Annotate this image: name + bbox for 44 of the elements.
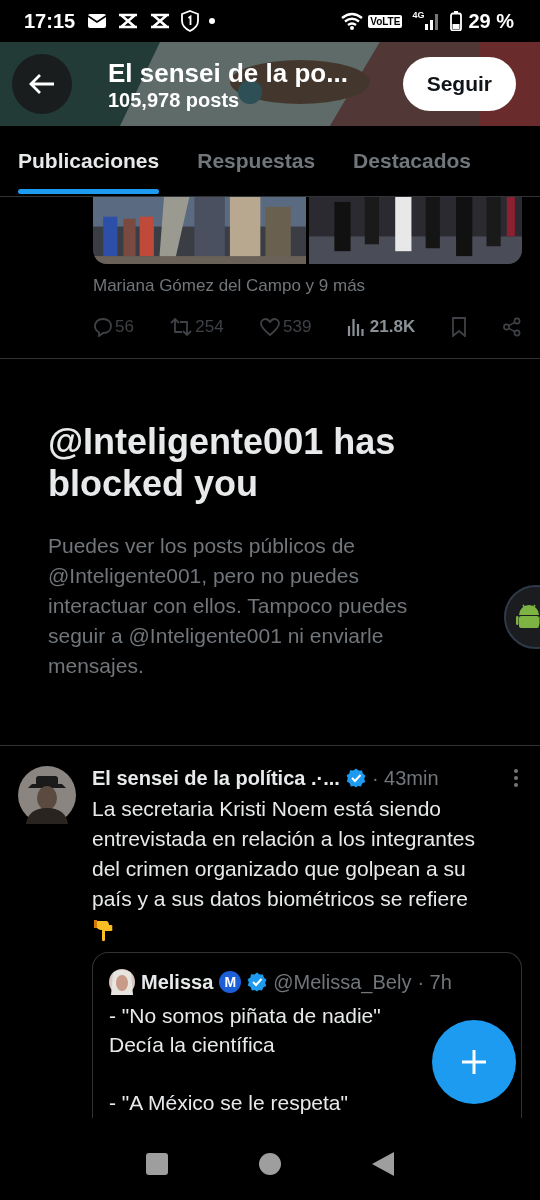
bowtie-icon bbox=[117, 13, 140, 29]
avatar bbox=[18, 766, 76, 824]
mail-icon bbox=[87, 13, 108, 29]
share-icon bbox=[502, 317, 522, 337]
post-time: · 43min bbox=[371, 766, 439, 790]
quoted-post-text: - "No somos piñata de nadie" Decía la científica - "A México se le respeta" bbox=[109, 1003, 382, 1116]
attribution-text: Mariana Gómez del Campo y 9 más bbox=[93, 276, 367, 296]
affiliate-badge: M bbox=[219, 971, 242, 993]
post-text: La secretaria Kristi Noem está siendo entrevistada en relación a los integrantes del crimen organizado que golpean a su país y a sus datos biométricos se refiere bbox=[92, 796, 476, 912]
status-time: 17:15 bbox=[24, 9, 76, 33]
dot-icon bbox=[209, 18, 216, 24]
author-name: El sensei de la política .·... bbox=[92, 766, 340, 790]
bowtie-icon bbox=[149, 13, 172, 29]
back-icon[interactable] bbox=[372, 1152, 395, 1176]
back-arrow-icon bbox=[28, 73, 56, 95]
battery-percent: 29 % bbox=[468, 9, 514, 33]
tab[interactable]: Respuestas bbox=[197, 126, 316, 196]
author-name: Melissa bbox=[141, 970, 214, 994]
recent-apps-icon[interactable] bbox=[145, 1153, 168, 1175]
battery-icon bbox=[450, 11, 463, 31]
network-type: 4G bbox=[412, 10, 425, 20]
author-handle: @Melissa_Bely bbox=[273, 970, 412, 994]
speech-bubble-icon bbox=[93, 317, 113, 337]
repost-arrows-icon bbox=[169, 317, 194, 337]
post-count: 105,978 posts bbox=[108, 89, 241, 112]
heart-icon bbox=[259, 317, 282, 337]
blocked-title: @Inteligente001 has blocked you bbox=[48, 421, 397, 505]
follow-button[interactable]: Seguir bbox=[402, 57, 516, 111]
bar-chart-icon bbox=[346, 317, 365, 337]
plus-icon bbox=[461, 1049, 487, 1075]
views-button[interactable]: 21.8K bbox=[346, 317, 416, 337]
wifi-icon bbox=[340, 12, 365, 30]
signal-icon bbox=[424, 12, 441, 30]
tab[interactable]: Publicaciones bbox=[18, 126, 160, 196]
blocked-message: Puedes ver los posts públicos de @Inteligente001, pero no puedes interactuar con ellos. Tampoco puedes seguir a @Inteligente001 ni enviarle mensajes. bbox=[48, 533, 409, 679]
shield-icon bbox=[181, 10, 200, 32]
bookmark-icon bbox=[450, 317, 467, 337]
pointing-down-hand-icon bbox=[94, 918, 114, 942]
post-time: · 7h bbox=[417, 970, 452, 994]
volte-badge: VoLTE bbox=[368, 14, 403, 28]
avatar bbox=[109, 969, 135, 995]
profile-name: El sensei de la po... bbox=[108, 58, 349, 89]
home-icon[interactable] bbox=[259, 1153, 281, 1175]
tab[interactable]: Destacados bbox=[353, 126, 471, 196]
